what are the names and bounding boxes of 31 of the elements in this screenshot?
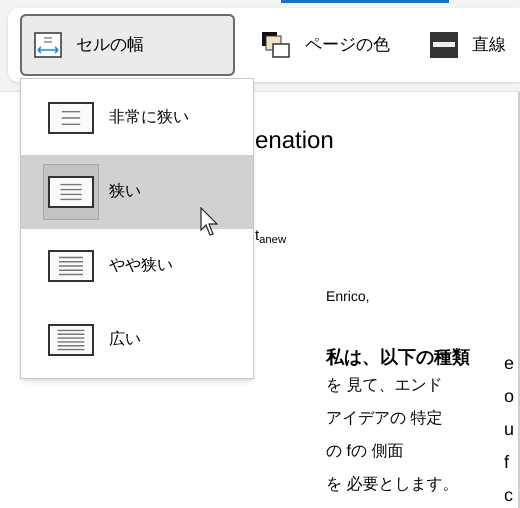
menu-item[interactable]: 狭い — [21, 155, 253, 229]
paragraph-line: を 見て、エンド — [326, 376, 444, 396]
greeting-text: Enrico, — [326, 287, 371, 306]
menu-item[interactable]: 非常に狭い — [21, 81, 253, 155]
overlapping-pages-icon — [261, 31, 291, 59]
lines-icon — [48, 102, 94, 134]
paragraph-line: アイデアの 特定 — [326, 408, 444, 429]
heading-text: enation — [255, 126, 335, 156]
menu-item[interactable]: 広い — [21, 303, 253, 377]
column-text: o — [504, 385, 514, 408]
mouse-pointer-icon — [200, 207, 220, 237]
paragraph-line: を 必要とします。 — [326, 474, 460, 495]
body-text: t$_{anew}$ — [255, 226, 288, 246]
menu-item-label: やや狭い — [109, 256, 173, 276]
lines-icon — [48, 176, 94, 208]
column-text: f — [504, 451, 510, 474]
ribbon-button[interactable]: 直線 — [416, 14, 520, 76]
menu-item[interactable]: やや狭い — [21, 229, 253, 303]
lines-icon — [48, 250, 94, 282]
lines-icon — [48, 324, 94, 356]
menu-item-label: 広い — [109, 330, 141, 350]
column-text: e — [504, 352, 514, 375]
bold-paragraph-line: 私は、以下の種類 — [326, 346, 471, 369]
paragraph-line: の fの 側面 — [326, 442, 404, 462]
column-text: c — [504, 484, 514, 507]
menu-item-label: 非常に狭い — [109, 108, 189, 128]
menu-item-label: 狭い — [109, 182, 141, 202]
ribbon-button[interactable]: セルの幅 — [20, 14, 235, 76]
column-width-icon — [34, 32, 62, 58]
column-text: u — [504, 418, 514, 441]
ribbon-button[interactable]: ページの色 — [247, 14, 404, 76]
